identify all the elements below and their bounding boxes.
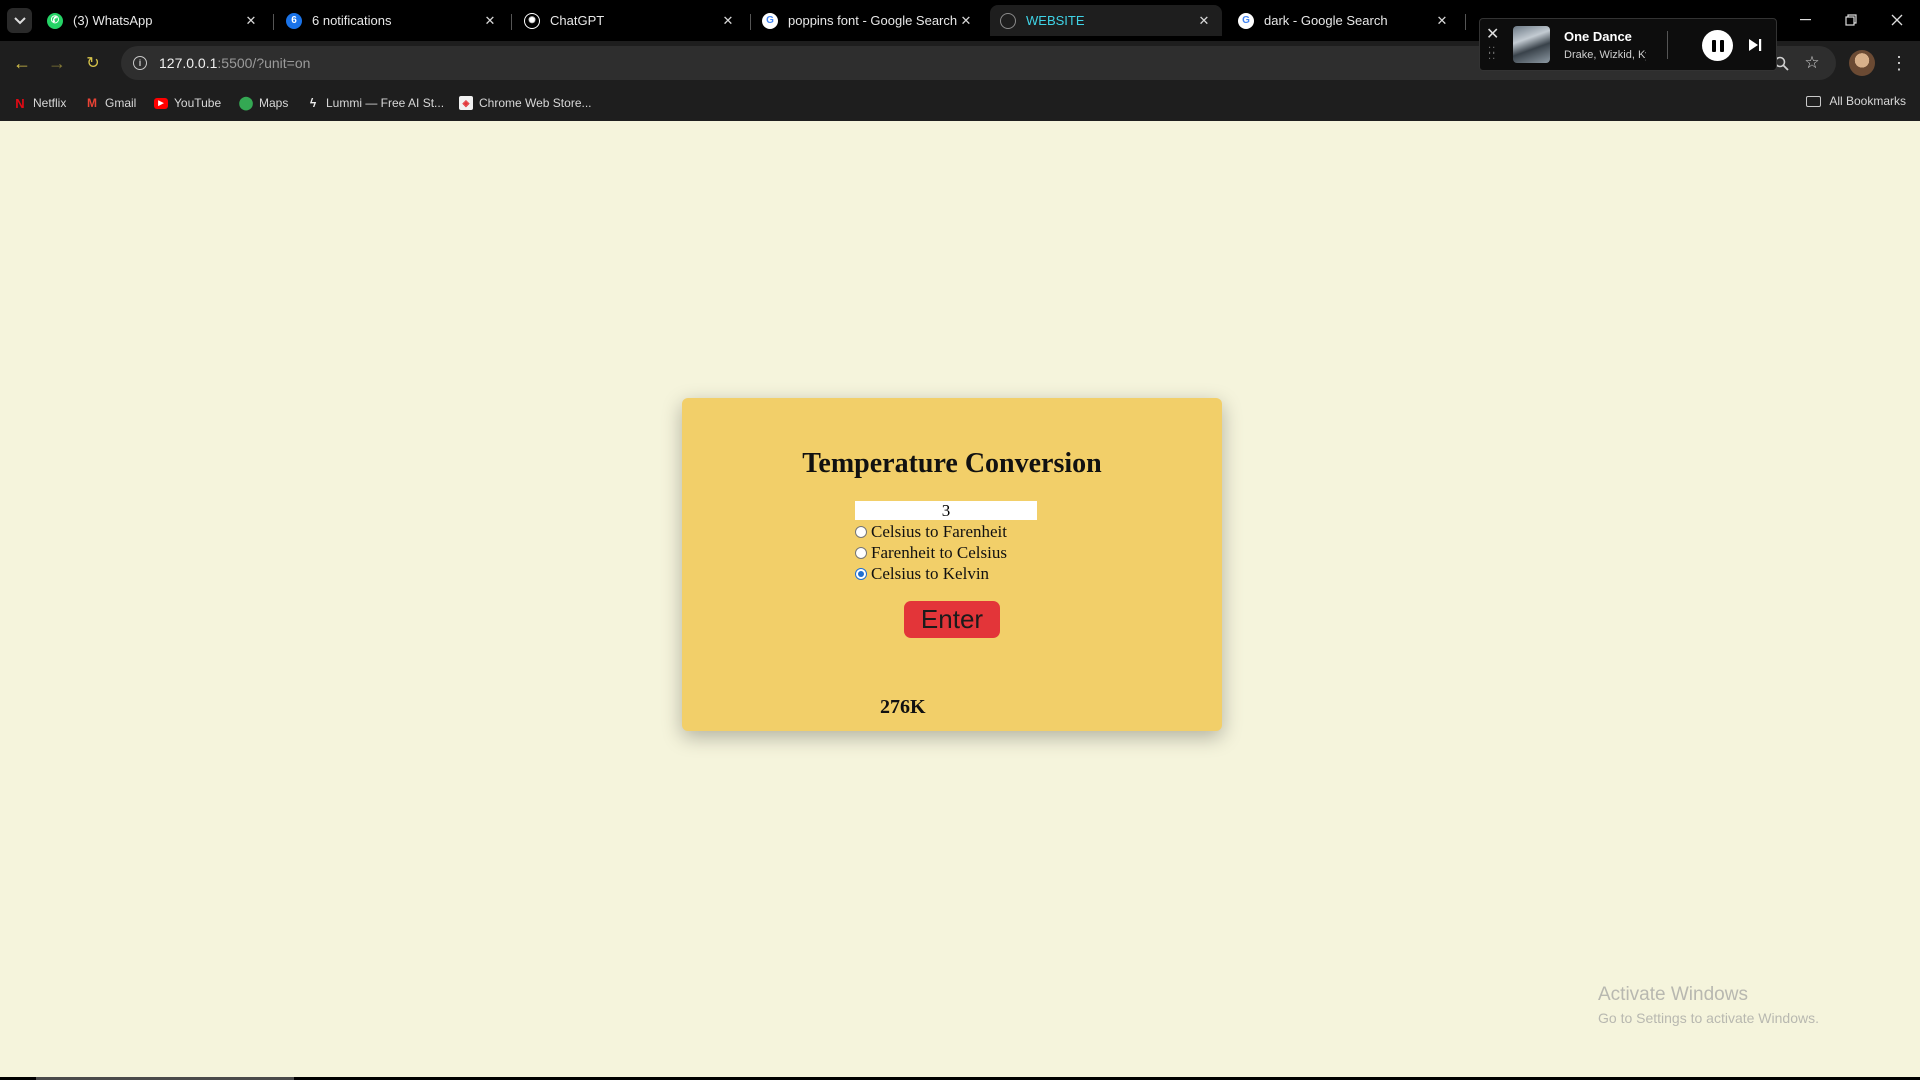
bookmark-chrome-web-store[interactable]: ◈ Chrome Web Store... xyxy=(459,94,592,112)
tab-separator xyxy=(750,14,751,30)
option-celsius-to-kelvin[interactable]: Celsius to Kelvin xyxy=(855,564,989,584)
url-host: 127.0.0.1 xyxy=(159,55,218,71)
watermark-title: Activate Windows xyxy=(1598,984,1748,1005)
close-icon[interactable]: ✕ xyxy=(958,13,974,29)
close-window-button[interactable] xyxy=(1882,8,1912,32)
restore-button[interactable] xyxy=(1836,8,1866,32)
tab-label: dark - Google Search xyxy=(1264,13,1388,28)
radio-button[interactable] xyxy=(855,526,867,538)
youtube-icon: ▶ xyxy=(154,97,168,109)
close-icon[interactable]: ✕ xyxy=(720,13,736,29)
all-bookmarks-label: All Bookmarks xyxy=(1829,94,1906,108)
site-info-icon[interactable]: i xyxy=(133,56,147,70)
drag-handle-icon[interactable]: ⁚⁚ ⁚⁚ xyxy=(1488,47,1496,62)
minimize-button[interactable] xyxy=(1790,8,1820,32)
tab-label: WEBSITE xyxy=(1026,13,1085,28)
option-label: Farenheit to Celsius xyxy=(871,543,1007,562)
enter-button[interactable]: Enter xyxy=(904,601,1000,638)
pause-button[interactable] xyxy=(1702,30,1733,61)
bookmark-star-icon[interactable]: ☆ xyxy=(1801,52,1823,74)
bookmark-label: YouTube xyxy=(174,96,222,110)
bookmark-netflix[interactable]: N Netflix xyxy=(13,94,66,112)
bookmark-gmail[interactable]: M Gmail xyxy=(85,94,136,112)
tab-chatgpt[interactable]: ✺ ChatGPT ✕ xyxy=(514,5,746,36)
arrow-left-icon: ← xyxy=(13,52,31,73)
close-icon[interactable]: ✕ xyxy=(1486,24,1499,44)
close-icon[interactable]: ✕ xyxy=(243,13,259,29)
skip-next-icon xyxy=(1749,39,1762,51)
forward-button[interactable]: → xyxy=(44,50,70,76)
pause-icon xyxy=(1719,39,1724,52)
tab-search-button[interactable] xyxy=(7,8,32,33)
radio-button[interactable] xyxy=(855,568,867,580)
notifications-icon: 6 xyxy=(286,12,302,29)
page-title: Temperature Conversion xyxy=(802,448,1102,479)
pause-icon xyxy=(1711,39,1716,52)
close-icon[interactable]: ✕ xyxy=(1196,13,1212,29)
tab-poppins-search[interactable]: G poppins font - Google Search ✕ xyxy=(752,5,984,36)
bookmarks-bar: N Netflix M Gmail ▶ YouTube ⬤ Maps ϟ Lum… xyxy=(0,85,1920,121)
globe-icon xyxy=(1000,12,1016,29)
avatar[interactable] xyxy=(1849,50,1875,76)
menu-kebab-icon[interactable]: ⋮ xyxy=(1888,52,1910,74)
netflix-icon: N xyxy=(15,95,25,111)
radio-button[interactable] xyxy=(855,547,867,559)
divider xyxy=(1667,31,1668,59)
tab-whatsapp[interactable]: ✆ (3) WhatsApp ✕ xyxy=(37,5,269,36)
temperature-input[interactable] xyxy=(855,501,1037,520)
tab-website[interactable]: WEBSITE ✕ xyxy=(990,5,1222,36)
whatsapp-icon: ✆ xyxy=(47,12,63,29)
close-icon[interactable]: ✕ xyxy=(1434,13,1450,29)
tab-notifications[interactable]: 6 6 notifications ✕ xyxy=(276,5,508,36)
gmail-icon: M xyxy=(87,96,97,110)
option-farenheit-to-celsius[interactable]: Farenheit to Celsius xyxy=(855,543,1007,563)
tab-label: ChatGPT xyxy=(550,13,605,28)
close-icon xyxy=(1891,14,1903,26)
tab-separator xyxy=(1465,14,1466,30)
url-path: :5500/?unit=on xyxy=(217,55,311,71)
option-label: Celsius to Farenheit xyxy=(871,522,1007,541)
option-celsius-to-farenheit[interactable]: Celsius to Farenheit xyxy=(855,522,1007,542)
lummi-icon: ϟ xyxy=(309,96,317,110)
tab-label: poppins font - Google Search xyxy=(788,13,958,28)
converter-card: Temperature Conversion Celsius to Farenh… xyxy=(682,398,1222,731)
next-track-button[interactable] xyxy=(1745,34,1765,56)
bookmark-maps[interactable]: ⬤ Maps xyxy=(238,94,289,112)
restore-icon xyxy=(1845,14,1857,26)
bookmark-label: Gmail xyxy=(105,96,137,110)
minimize-icon xyxy=(1799,19,1811,21)
conversion-result: 276K xyxy=(880,696,926,718)
bookmark-label: Maps xyxy=(259,96,289,110)
bookmark-label: Lummi — Free AI St... xyxy=(326,96,445,110)
google-icon: G xyxy=(762,12,778,29)
back-button[interactable]: ← xyxy=(9,50,35,76)
watermark-subtitle: Go to Settings to activate Windows. xyxy=(1598,1010,1819,1026)
media-artist: Drake, Wizkid, Kyla xyxy=(1564,49,1646,61)
bookmark-label: Chrome Web Store... xyxy=(479,96,592,110)
chrome-web-store-icon: ◈ xyxy=(459,96,473,110)
maps-icon: ⬤ xyxy=(238,95,254,110)
reload-icon: ↻ xyxy=(86,55,100,72)
bookmark-youtube[interactable]: ▶ YouTube xyxy=(154,94,221,112)
bookmark-lummi[interactable]: ϟ Lummi — Free AI St... xyxy=(306,94,444,112)
tab-label: 6 notifications xyxy=(312,13,392,28)
media-title: One Dance xyxy=(1564,29,1632,44)
tab-separator xyxy=(273,14,274,30)
arrow-right-icon: → xyxy=(48,52,66,73)
tab-dark-search[interactable]: G dark - Google Search ✕ xyxy=(1228,5,1460,36)
all-bookmarks-button[interactable]: All Bookmarks xyxy=(1806,94,1906,108)
chatgpt-icon: ✺ xyxy=(524,12,540,29)
folder-icon xyxy=(1806,95,1822,107)
google-icon: G xyxy=(1238,12,1254,29)
reload-button[interactable]: ↻ xyxy=(80,50,106,76)
option-label: Celsius to Kelvin xyxy=(871,564,990,583)
bookmark-label: Netflix xyxy=(33,96,67,110)
chevron-down-icon xyxy=(13,16,26,24)
media-controls-popup: ✕ ⁚⁚⁚⁚ One Dance Drake, Wizkid, Kyla xyxy=(1479,18,1777,71)
activate-windows-watermark: Activate Windows Go to Settings to activ… xyxy=(1598,984,1819,1026)
close-icon[interactable]: ✕ xyxy=(482,13,498,29)
tab-label: (3) WhatsApp xyxy=(73,13,153,28)
album-art xyxy=(1513,26,1550,63)
tab-separator xyxy=(511,14,512,30)
